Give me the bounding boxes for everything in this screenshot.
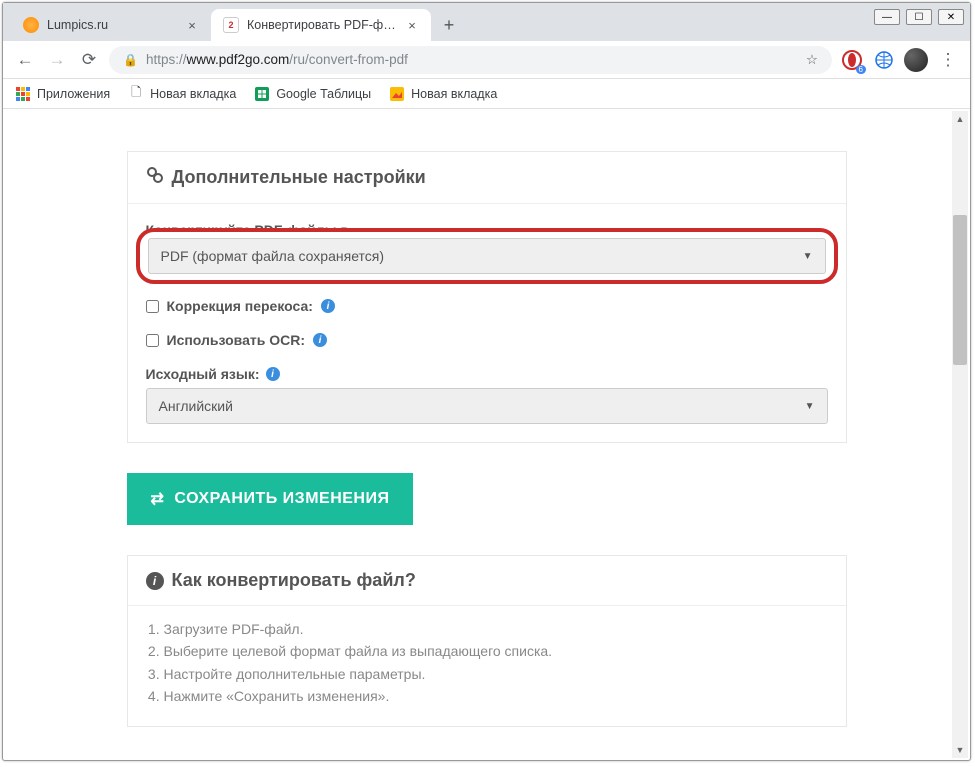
gears-icon <box>146 166 164 189</box>
help-step: Настройте дополнительные параметры. <box>164 663 828 685</box>
favicon-lumpics-icon <box>23 17 39 33</box>
tab-lumpics[interactable]: Lumpics.ru × <box>11 9 211 41</box>
ocr-checkbox[interactable] <box>146 334 159 347</box>
reload-button[interactable]: ⟳ <box>77 48 101 72</box>
help-panel: i Как конвертировать файл? Загрузите PDF… <box>127 555 847 727</box>
info-icon: i <box>146 572 164 590</box>
help-step: Загрузите PDF-файл. <box>164 618 828 640</box>
chevron-down-icon: ▼ <box>805 401 815 412</box>
tab-title: Lumpics.ru <box>47 18 177 32</box>
apps-grid-icon <box>15 86 31 102</box>
format-select[interactable]: PDF (формат файла сохраняется) ▼ <box>148 238 826 274</box>
tab-close-button[interactable]: × <box>405 18 419 32</box>
page-viewport: Дополнительные настройки Конвертируйте P… <box>5 111 968 758</box>
bookmark-newtab1[interactable]: 🗋 Новая вкладка <box>128 86 236 102</box>
bookmarks-bar: Приложения 🗋 Новая вкладка Google Таблиц… <box>3 79 970 109</box>
window-controls: — ☐ ✕ <box>874 9 964 25</box>
help-step: Нажмите «Сохранить изменения». <box>164 685 828 707</box>
swap-icon: ⇄ <box>151 489 165 509</box>
star-icon[interactable]: ☆ <box>806 52 818 68</box>
scroll-up-icon[interactable]: ▲ <box>952 111 968 127</box>
help-steps: Загрузите PDF-файл. Выберите целевой фор… <box>128 606 846 726</box>
url-text: https://www.pdf2go.com/ru/convert-from-p… <box>146 52 408 67</box>
close-window-button[interactable]: ✕ <box>938 9 964 25</box>
bookmark-newtab2[interactable]: Новая вкладка <box>389 86 497 102</box>
forward-button[interactable]: → <box>45 48 69 72</box>
highlighted-dropdown: PDF (формат файла сохраняется) ▼ <box>136 228 838 284</box>
opera-extension-icon[interactable]: 6 <box>840 48 864 72</box>
tab-strip: Lumpics.ru × 2 Конвертировать PDF-файл —… <box>3 3 970 41</box>
address-bar[interactable]: 🔒 https://www.pdf2go.com/ru/convert-from… <box>109 46 832 74</box>
settings-header: Дополнительные настройки <box>128 152 846 204</box>
settings-panel: Дополнительные настройки Конвертируйте P… <box>127 151 847 443</box>
toolbar: ← → ⟳ 🔒 https://www.pdf2go.com/ru/conver… <box>3 41 970 79</box>
scroll-thumb[interactable] <box>953 215 967 365</box>
save-button[interactable]: ⇄ СОХРАНИТЬ ИЗМЕНЕНИЯ <box>127 473 414 525</box>
lang-label: Исходный язык: i <box>146 366 828 382</box>
globe-extension-icon[interactable] <box>872 48 896 72</box>
page-icon: 🗋 <box>128 86 144 102</box>
tab-title: Конвертировать PDF-файл — К <box>247 18 397 32</box>
tab-close-button[interactable]: × <box>185 18 199 32</box>
tab-pdf2go[interactable]: 2 Конвертировать PDF-файл — К × <box>211 9 431 41</box>
sheets-icon <box>254 86 270 102</box>
apps-bookmark[interactable]: Приложения <box>15 86 110 102</box>
lock-icon: 🔒 <box>123 53 138 67</box>
back-button[interactable]: ← <box>13 48 37 72</box>
browser-window: — ☐ ✕ Lumpics.ru × 2 Конвертировать PDF-… <box>2 2 971 761</box>
ocr-row: Использовать OCR: i <box>146 332 828 348</box>
new-tab-button[interactable]: + <box>435 11 463 39</box>
favicon-pdf2go-icon: 2 <box>223 17 239 33</box>
language-select[interactable]: Английский ▼ <box>146 388 828 424</box>
scroll-down-icon[interactable]: ▼ <box>952 742 968 758</box>
extension-badge: 6 <box>856 65 866 74</box>
bookmark-sheets[interactable]: Google Таблицы <box>254 86 371 102</box>
help-header: i Как конвертировать файл? <box>128 556 846 606</box>
maximize-button[interactable]: ☐ <box>906 9 932 25</box>
help-step: Выберите целевой формат файла из выпадаю… <box>164 640 828 662</box>
minimize-button[interactable]: — <box>874 9 900 25</box>
scrollbar[interactable]: ▲ ▼ <box>952 111 968 758</box>
chevron-down-icon: ▼ <box>803 251 813 262</box>
deskew-row: Коррекция перекоса: i <box>146 298 828 314</box>
menu-button[interactable]: ⋮ <box>936 48 960 72</box>
info-icon[interactable]: i <box>313 333 327 347</box>
profile-avatar[interactable] <box>904 48 928 72</box>
deskew-checkbox[interactable] <box>146 300 159 313</box>
info-icon[interactable]: i <box>266 367 280 381</box>
info-icon[interactable]: i <box>321 299 335 313</box>
image-icon <box>389 86 405 102</box>
